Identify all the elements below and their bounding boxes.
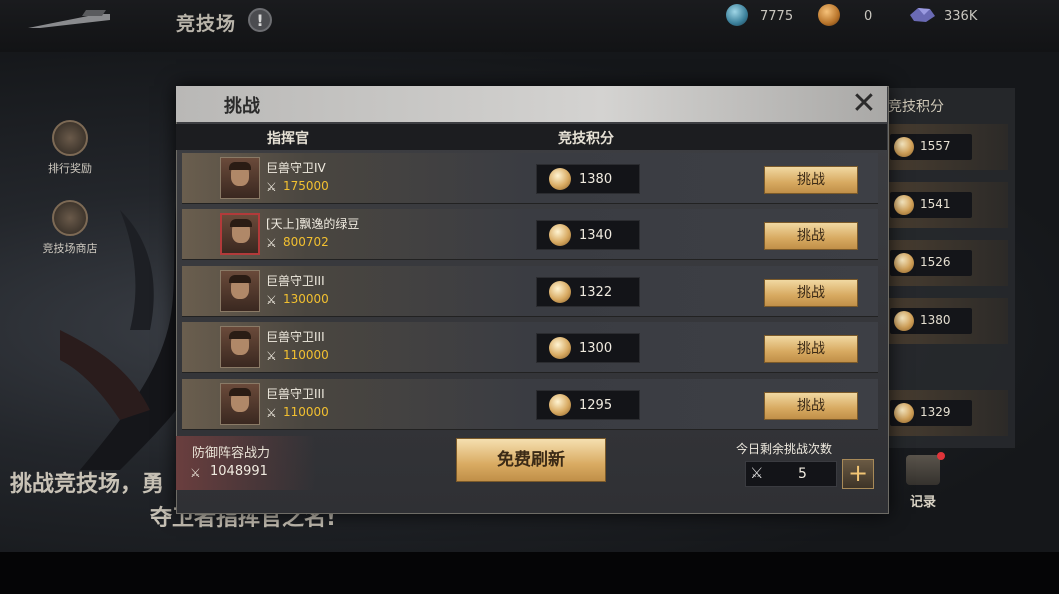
challenge-button[interactable]: 挑战	[764, 166, 858, 194]
crossed-swords-icon: ⚔	[750, 464, 764, 482]
coin-icon	[549, 394, 571, 416]
gem-icon	[726, 4, 748, 26]
free-refresh-button[interactable]: 免费刷新	[456, 438, 606, 482]
record-button[interactable]: 记录	[900, 452, 946, 510]
back-arrow-icon[interactable]	[28, 8, 110, 30]
dialog-title: 挑战	[224, 96, 260, 117]
commander-avatar	[220, 157, 260, 199]
commander-power: 110000	[283, 348, 329, 362]
ranking-score: 1526	[920, 255, 951, 269]
trophy-icon	[52, 120, 88, 156]
commander-name: 巨兽守卫III	[266, 274, 325, 288]
arena-score: 1300	[579, 341, 613, 356]
commander-power: 800702	[283, 235, 329, 249]
ranking-row: 1526	[880, 240, 1008, 286]
ranking-row: 1329	[880, 390, 1008, 436]
info-icon[interactable]: !	[248, 8, 272, 32]
arena-score: 1322	[579, 285, 613, 300]
coin-icon	[894, 311, 914, 331]
commander-name: 巨兽守卫IV	[266, 161, 326, 175]
gem-count: 7775	[760, 9, 794, 24]
commander-power: 110000	[283, 405, 329, 419]
arena-shop-label: 竞技场商店	[42, 242, 98, 255]
opponent-row: 巨兽守卫III ⚔ 130000 1322 挑战	[182, 266, 878, 317]
opponent-row: 巨兽守卫IV ⚔ 175000 1380 挑战	[182, 153, 878, 204]
crossed-swords-icon: ⚔	[266, 180, 277, 194]
arena-score: 1295	[579, 398, 613, 413]
remaining-challenges-value: 5	[798, 466, 807, 482]
arena-score: 1340	[579, 228, 613, 243]
medal-coin-count: 0	[864, 9, 873, 24]
score-pill: 1300	[536, 333, 640, 363]
opponent-row: 巨兽守卫III ⚔ 110000 1295 挑战	[182, 379, 878, 430]
ranking-score: 1541	[920, 197, 951, 211]
opponent-row: 巨兽守卫III ⚔ 110000 1300 挑战	[182, 322, 878, 373]
commander-name: 巨兽守卫III	[266, 330, 325, 344]
score-pill: 1340	[536, 220, 640, 250]
medal-coin-icon	[818, 4, 840, 26]
commander-name: 巨兽守卫III	[266, 387, 325, 401]
dialog-header	[176, 86, 887, 122]
score-pill: 1295	[536, 390, 640, 420]
crossed-swords-icon: ⚔	[266, 293, 277, 307]
remaining-challenges-box: ⚔ 5	[745, 461, 837, 487]
commander-avatar	[220, 270, 260, 312]
coin-icon	[549, 281, 571, 303]
remaining-challenges-label: 今日剩余挑战次数	[736, 442, 833, 456]
shop-icon	[52, 200, 88, 236]
coin-icon	[894, 403, 914, 423]
column-score: 竞技积分	[558, 131, 614, 147]
commander-power: 175000	[283, 179, 329, 193]
ranking-row: 1541	[880, 182, 1008, 228]
record-label: 记录	[909, 495, 936, 510]
rank-reward-label: 排行奖励	[48, 162, 92, 175]
commander-name: [天上]飘逸的绿豆	[266, 217, 360, 231]
crossed-swords-icon: ⚔	[266, 236, 277, 250]
ranking-score: 1557	[920, 139, 951, 153]
crossed-swords-icon	[906, 452, 945, 485]
opponent-row: [天上]飘逸的绿豆 ⚔ 800702 1340 挑战	[182, 209, 878, 260]
ore-count: 336K	[944, 9, 978, 24]
ore-icon	[910, 8, 935, 22]
commander-avatar	[220, 383, 260, 425]
coin-icon	[894, 195, 914, 215]
commander-avatar	[220, 326, 260, 368]
coin-icon	[894, 137, 914, 157]
column-commander: 指挥官	[267, 131, 309, 147]
coin-icon	[549, 337, 571, 359]
notification-dot	[937, 452, 945, 460]
defense-power-value: 1048991	[210, 464, 268, 479]
challenge-button[interactable]: 挑战	[764, 335, 858, 363]
arena-shop-button[interactable]: 竞技场商店	[35, 200, 105, 256]
crossed-swords-icon: ⚔	[190, 466, 201, 480]
score-pill: 1322	[536, 277, 640, 307]
challenge-button[interactable]: 挑战	[764, 222, 858, 250]
ranking-score: 1329	[920, 405, 951, 419]
challenge-button[interactable]: 挑战	[764, 279, 858, 307]
ranking-score: 1380	[920, 313, 951, 327]
ranking-row: 1557	[880, 124, 1008, 170]
score-pill: 1380	[536, 164, 640, 194]
rank-reward-button[interactable]: 排行奖励	[35, 120, 105, 176]
challenge-button[interactable]: 挑战	[764, 392, 858, 420]
crossed-swords-icon: ⚔	[266, 349, 277, 363]
page-title: 竞技场	[176, 13, 237, 35]
close-icon[interactable]: ✕	[850, 89, 878, 119]
add-challenges-button[interactable]: +	[842, 459, 874, 489]
ranking-row: 1380	[880, 298, 1008, 344]
commander-avatar	[220, 213, 260, 255]
bottom-strip	[0, 552, 1059, 594]
commander-power: 130000	[283, 292, 329, 306]
arena-score: 1380	[579, 172, 613, 187]
coin-icon	[549, 168, 571, 190]
coin-icon	[549, 224, 571, 246]
crossed-swords-icon: ⚔	[266, 406, 277, 420]
coin-icon	[894, 253, 914, 273]
ranking-header: 竞技积分	[888, 99, 944, 115]
defense-power-label: 防御阵容战力	[192, 446, 271, 461]
top-bar	[0, 0, 1059, 52]
